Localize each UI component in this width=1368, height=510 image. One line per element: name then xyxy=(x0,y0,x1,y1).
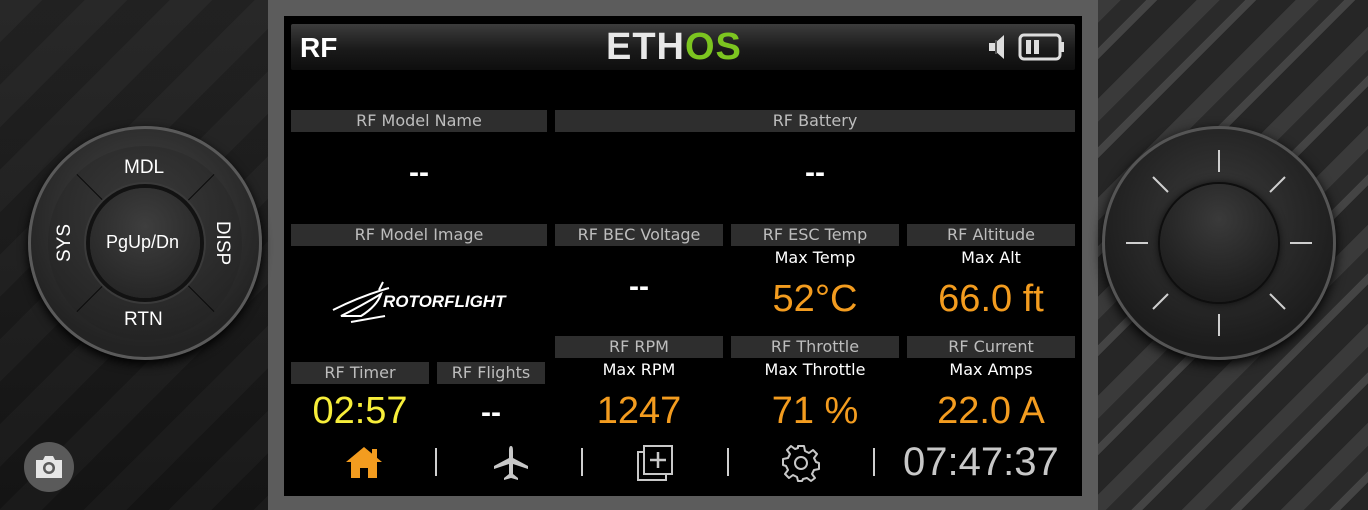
widget-subtitle: Max Alt xyxy=(961,248,1021,267)
widget-subtitle: Max Throttle xyxy=(764,360,866,379)
widget-title: RF Battery xyxy=(555,110,1075,132)
widget-esc-temp[interactable]: RF ESC Temp Max Temp 52°C xyxy=(731,224,899,330)
widget-title: RF RPM xyxy=(555,336,723,358)
disp-button[interactable]: DISP xyxy=(211,221,233,265)
widget-title: RF Current xyxy=(907,336,1075,358)
widget-subtitle: Max Amps xyxy=(949,360,1033,379)
battery-value: -- xyxy=(805,156,825,189)
widget-subtitle: Max RPM xyxy=(602,360,676,379)
rtn-button[interactable]: RTN xyxy=(124,309,163,331)
battery-icon[interactable] xyxy=(1018,32,1066,62)
home-icon[interactable] xyxy=(344,444,384,480)
ethos-logo: ETHOS xyxy=(606,26,742,68)
nav-separator xyxy=(435,448,437,476)
widget-title: RF Altitude xyxy=(907,224,1075,246)
add-page-icon[interactable] xyxy=(636,444,676,482)
widget-throttle[interactable]: RF Throttle Max Throttle 71 % xyxy=(731,336,899,442)
widget-rpm[interactable]: RF RPM Max RPM 1247 xyxy=(555,336,723,442)
widget-title: RF Throttle xyxy=(731,336,899,358)
clock: 07:47:37 xyxy=(903,440,1059,484)
gear-icon[interactable] xyxy=(782,444,820,482)
widget-title: RF ESC Temp xyxy=(731,224,899,246)
widget-title: RF Timer xyxy=(291,362,429,384)
widget-title: RF BEC Voltage xyxy=(555,224,723,246)
mdl-button[interactable]: MDL xyxy=(124,157,164,179)
throttle-value: 71 % xyxy=(771,390,859,432)
widget-timer[interactable]: RF Timer 02:57 xyxy=(291,362,429,442)
airplane-icon[interactable] xyxy=(492,444,530,482)
current-value: 22.0 A xyxy=(937,390,1045,432)
widget-bec-voltage[interactable]: RF BEC Voltage -- xyxy=(555,224,723,330)
knob-center[interactable] xyxy=(1160,184,1278,302)
widget-flights[interactable]: RF Flights -- xyxy=(437,362,545,442)
altitude-value: 66.0 ft xyxy=(938,278,1044,320)
model-name-value: -- xyxy=(409,156,429,189)
widget-subtitle: Max Temp xyxy=(774,248,856,267)
speaker-icon[interactable] xyxy=(986,32,1016,62)
widget-battery[interactable]: RF Battery -- xyxy=(555,110,1075,216)
flights-value: -- xyxy=(481,396,501,429)
pgup-dn-label: PgUp/Dn xyxy=(106,232,180,252)
bec-voltage-value: -- xyxy=(629,270,649,303)
page-title: RF xyxy=(300,32,338,63)
nav-separator xyxy=(581,448,583,476)
widget-model-image[interactable]: RF Model Image ROTORFLIGHT xyxy=(291,224,547,354)
esc-temp-value: 52°C xyxy=(772,278,858,320)
widget-title: RF Flights xyxy=(437,362,545,384)
rpm-value: 1247 xyxy=(596,390,682,432)
widget-title: RF Model Image xyxy=(291,224,547,246)
timer-value: 02:57 xyxy=(312,390,408,432)
camera-icon xyxy=(36,456,62,478)
widget-title: RF Model Name xyxy=(291,110,547,132)
widget-model-name[interactable]: RF Model Name -- xyxy=(291,110,547,216)
widget-altitude[interactable]: RF Altitude Max Alt 66.0 ft xyxy=(907,224,1075,330)
sys-button[interactable]: SYS xyxy=(54,224,76,262)
nav-separator xyxy=(873,448,875,476)
nav-separator xyxy=(727,448,729,476)
rotorflight-logo: ROTORFLIGHT xyxy=(383,292,506,311)
widget-current[interactable]: RF Current Max Amps 22.0 A xyxy=(907,336,1075,442)
